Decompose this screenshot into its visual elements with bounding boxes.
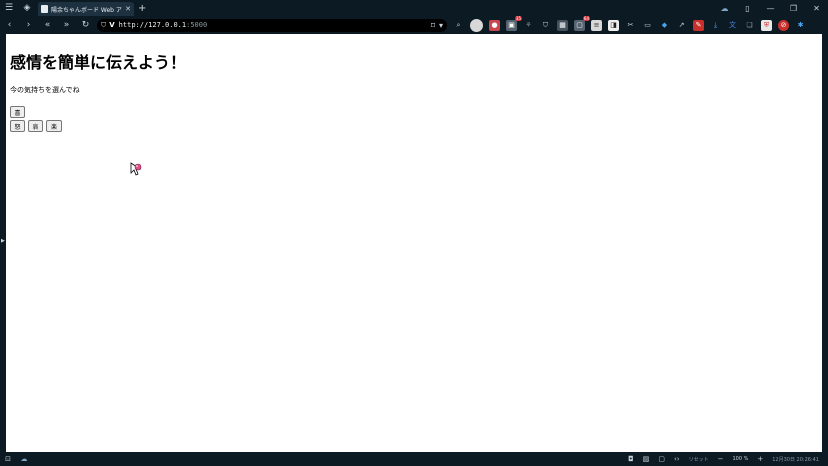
extension-tree-icon[interactable]: ⚘ [523,20,534,31]
shield-icon[interactable]: ⛉ [101,21,106,30]
emotion-prompt: 今の気持ちを選んでね [10,86,80,94]
rewind-icon[interactable]: « [38,20,57,30]
url-text[interactable]: http://127.0.0.1:5000 [119,21,427,29]
search-icon[interactable]: ⌕ [453,20,464,31]
extension-note-icon[interactable]: ≡ [591,19,602,31]
browser-logo: V [109,21,115,29]
panel-icon[interactable]: ⊡ [0,455,16,463]
extension-shield-icon[interactable]: ⛨ [761,19,772,31]
extension-window-icon[interactable]: ▭ [642,20,653,31]
tab-title: 陽余ちゃんボード Web ア [51,6,122,14]
extension-badge: 64 [582,15,590,21]
window-icon[interactable]: ▢ [658,455,665,463]
extension-notify-icon[interactable]: ▢ 64 [574,15,590,31]
address-bar[interactable]: ⛉ V http://127.0.0.1:5000 ⌑ ▾ [97,18,447,32]
extension-badge-icon[interactable]: ▣ 35 [506,15,522,31]
right-edge [822,34,828,452]
code-icon[interactable]: ‹› [674,455,680,463]
zoom-out-icon[interactable]: − [718,455,724,463]
page-title: 感情を簡単に伝えよう！ [10,53,187,72]
extension-tool-icon[interactable]: ✂ [625,20,636,31]
camera-icon[interactable]: ◘ [628,455,634,463]
status-left: ⊡ ☁ [0,455,32,463]
emotion-button-sorrow[interactable]: 哀 [28,120,43,132]
extension-copy-icon[interactable]: ❏ [744,20,755,31]
cloud-icon[interactable]: ☁ [713,4,736,13]
tab-active[interactable]: 陽余ちゃんボード Web ア ✕ [38,2,134,16]
document-icon [41,5,48,13]
extension-red-tool-icon[interactable]: ✎ [693,19,704,31]
chevron-right-icon[interactable]: ▶ [1,238,5,244]
minimize-icon[interactable]: — [759,4,782,13]
restore-icon[interactable]: ❐ [782,4,805,13]
workspaces-icon[interactable]: ◈ [18,0,36,16]
nav-bar: ‹ › « » ↻ ⛉ V http://127.0.0.1:5000 ⌑ ▾ … [0,15,828,34]
forward-icon[interactable]: › [19,20,38,30]
zoom-in-icon[interactable]: + [757,455,763,463]
extension-puzzle-icon[interactable]: ✱ [795,20,806,31]
extensions-toolbar: ⌕ ● ▣ 35 ⚘ ⛉ ▦ ▢ 64 ≡ ◨ ✂ ▭ ◆ ↗ ✎ ⤓ 文 ❏ ⛨ … [453,15,812,32]
chevron-down-icon[interactable]: ▾ [439,21,443,30]
tab-bar: ☰ ◈ 陽余ちゃんボード Web ア ✕ + ☁ ▯ — ❐ ✕ [0,0,828,16]
cloud-sync-icon[interactable]: ☁ [16,455,32,463]
close-window-icon[interactable]: ✕ [805,4,828,13]
window-controls: ☁ ▯ — ❐ ✕ [713,4,828,13]
url-host: http://127.0.0.1 [118,21,187,29]
clipboard-icon[interactable]: ▯ [736,4,759,13]
status-right: ◘ ▨ ▢ ‹› リセット − 100 % + 12月30日 20:26:41 [628,455,828,463]
extension-box-icon[interactable]: ◨ [608,19,619,31]
web-content: 感情を簡単に伝えよう！ 今の気持ちを選んでね 喜 怒 哀 楽 [6,34,822,452]
emotion-button-joy[interactable]: 喜 [10,106,25,118]
close-icon[interactable]: ✕ [125,5,131,13]
extension-grid-icon[interactable]: ▦ [557,19,568,31]
extension-gem-icon[interactable]: ◆ [659,20,670,31]
reset-zoom-button[interactable]: リセット [689,456,709,463]
url-port: :5000 [186,21,208,29]
extension-arrow-icon[interactable]: ↗ [676,20,687,31]
extension-red-icon[interactable]: ● [489,19,500,31]
bookmark-list-icon[interactable]: ⛉ [540,20,551,31]
image-icon[interactable]: ▨ [643,455,650,463]
new-tab-icon[interactable]: + [138,3,146,14]
extension-download-icon[interactable]: ⤓ [710,20,721,31]
mouse-cursor-icon [130,162,142,176]
emotion-button-pleasure[interactable]: 楽 [46,120,62,132]
panel-toggle-icon[interactable]: ☰ [0,0,18,16]
zoom-level: 100 % [732,456,749,462]
fast-forward-icon[interactable]: » [57,20,76,30]
bookmark-icon[interactable]: ⌑ [431,21,435,30]
emotion-button-anger[interactable]: 怒 [10,120,25,132]
status-bar: ⊡ ☁ ◘ ▨ ▢ ‹› リセット − 100 % + 12月30日 20:26… [0,452,828,466]
extension-badge: 35 [514,15,522,21]
extension-ad-icon[interactable]: ⊘ [778,19,789,31]
extension-translate-icon[interactable]: 文 [727,20,738,31]
clock: 12月30日 20:26:41 [772,456,819,463]
avatar[interactable] [470,18,483,32]
back-icon[interactable]: ‹ [0,20,19,30]
reload-icon[interactable]: ↻ [76,20,95,30]
